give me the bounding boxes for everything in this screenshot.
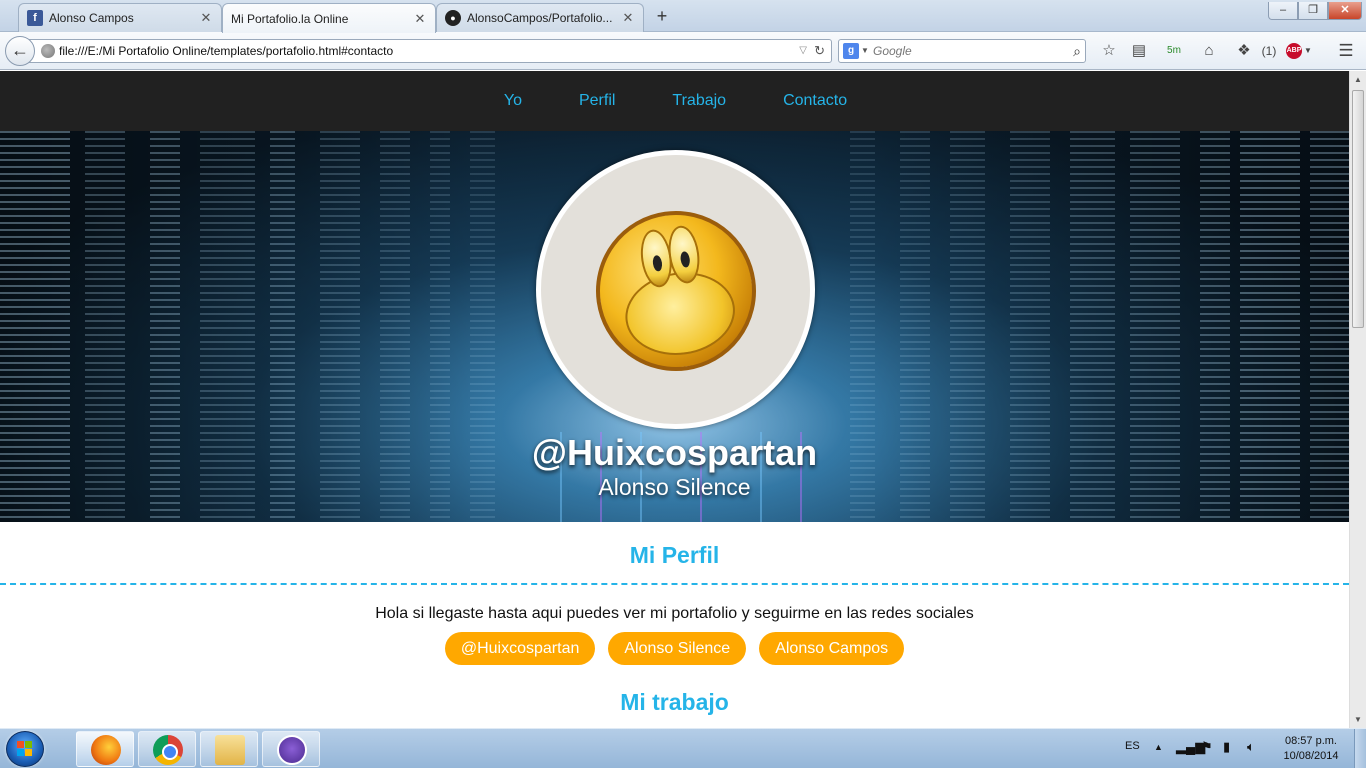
action-center-flag-icon[interactable]: ⚑	[1201, 739, 1213, 768]
firefox-icon	[91, 735, 121, 765]
tab-mi-portafolio[interactable]: Mi Portafolio.la Online ✕	[222, 3, 436, 33]
menu-icon[interactable]: ☰	[1336, 42, 1356, 60]
power-icon[interactable]: ▮	[1223, 739, 1230, 768]
tab-title: AlonsoCampos/Portafolio...	[467, 11, 613, 25]
site-nav: Yo Perfil Trabajo Contacto	[0, 71, 1349, 131]
chevron-down-icon[interactable]: ▼	[1303, 42, 1313, 60]
google-icon[interactable]: g	[843, 43, 859, 59]
facebook-icon: f	[27, 10, 43, 26]
system-clock[interactable]: 08:57 p.m. 10/08/2014	[1276, 734, 1346, 764]
alonso-silence-link-button[interactable]: Alonso Silence	[608, 632, 747, 665]
hero-banner: @Huixcospartan Alonso Silence	[0, 131, 1349, 522]
back-button[interactable]: ←	[5, 36, 35, 66]
search-placeholder: Google	[873, 44, 912, 58]
cat-app-icon	[277, 735, 307, 765]
scroll-down-arrow-icon[interactable]: ▼	[1350, 711, 1366, 728]
dropdown-arrow-icon[interactable]: ▽	[799, 40, 807, 62]
coin-avatar-image	[585, 200, 767, 382]
show-desktop-button[interactable]	[1354, 729, 1366, 768]
taskbar-chrome[interactable]	[138, 731, 196, 767]
clock-date: 10/08/2014	[1283, 750, 1339, 762]
folder-icon	[215, 735, 245, 765]
trabajo-heading: Mi trabajo	[620, 689, 729, 715]
tab-strip: f Alonso Campos ✕ Mi Portafolio.la Onlin…	[0, 0, 1366, 33]
clock-time: 08:57 p.m.	[1285, 735, 1337, 747]
social-links: @Huixcospartan Alonso Silence Alonso Cam…	[0, 632, 1349, 665]
reload-icon[interactable]: ↻	[814, 40, 825, 62]
close-icon[interactable]: ✕	[413, 11, 427, 27]
tab-title: Alonso Campos	[49, 11, 134, 25]
timer-icon[interactable]: 5m	[1163, 42, 1185, 60]
twitter-link-button[interactable]: @Huixcospartan	[444, 632, 596, 665]
chevron-down-icon[interactable]: ▼	[861, 40, 869, 62]
taskbar: ES ▲ ▂▄▆ ⚑ ▮ 🔈︎ 08:57 p.m. 10/08/2014	[0, 728, 1366, 768]
nav-trabajo[interactable]: Trabajo	[672, 92, 726, 110]
start-button[interactable]	[6, 731, 44, 767]
notification-count[interactable]: (1)	[1256, 42, 1282, 60]
perfil-heading: Mi Perfil	[629, 542, 720, 568]
language-indicator[interactable]: ES	[1125, 740, 1140, 768]
search-input[interactable]: g ▼ Google ⌕	[838, 39, 1086, 63]
extension-icon[interactable]: ❖	[1235, 42, 1253, 60]
nav-perfil[interactable]: Perfil	[579, 92, 615, 110]
section-divider	[0, 583, 1349, 585]
volume-icon[interactable]: 🔈︎	[1247, 739, 1255, 768]
url-text: file:///E:/Mi Portafolio Online/template…	[59, 44, 394, 58]
abp-badge: ABP	[1286, 43, 1302, 59]
nav-yo[interactable]: Yo	[504, 92, 522, 110]
maximize-button[interactable]: ❐	[1298, 2, 1328, 20]
taskbar-file-explorer[interactable]	[200, 731, 258, 767]
show-hidden-icons-icon[interactable]: ▲	[1154, 742, 1163, 768]
close-window-button[interactable]: ✕	[1328, 2, 1362, 20]
scroll-up-arrow-icon[interactable]: ▲	[1350, 71, 1366, 88]
taskbar-firefox[interactable]	[76, 731, 134, 767]
minimize-button[interactable]: ‒	[1268, 2, 1298, 20]
github-icon: ●	[445, 10, 461, 26]
tab-github[interactable]: ● AlonsoCampos/Portafolio... ✕	[436, 3, 644, 32]
home-icon[interactable]: ⌂	[1199, 42, 1219, 60]
adblock-icon[interactable]: ABP	[1286, 43, 1302, 61]
scrollbar-thumb[interactable]	[1352, 90, 1364, 328]
vertical-scrollbar[interactable]: ▲ ▼	[1349, 71, 1366, 728]
nav-contacto[interactable]: Contacto	[783, 92, 847, 110]
navigation-toolbar: file:///E:/Mi Portafolio Online/template…	[0, 32, 1366, 70]
tab-title: Mi Portafolio.la Online	[231, 11, 349, 26]
search-icon[interactable]: ⌕	[1073, 40, 1081, 62]
profile-handle: @Huixcospartan	[531, 432, 818, 473]
tab-alonso-campos[interactable]: f Alonso Campos ✕	[18, 3, 222, 32]
url-bar[interactable]: file:///E:/Mi Portafolio Online/template…	[24, 39, 832, 63]
new-tab-button[interactable]: +	[650, 6, 674, 28]
globe-icon	[41, 44, 55, 58]
windows-logo-icon	[17, 741, 33, 757]
bookmarks-list-icon[interactable]: ▤	[1129, 42, 1149, 60]
close-icon[interactable]: ✕	[199, 10, 213, 26]
web-page: Yo Perfil Trabajo Contacto @Huixcosparta…	[0, 71, 1349, 728]
alonso-campos-link-button[interactable]: Alonso Campos	[759, 632, 905, 665]
avatar	[536, 150, 815, 429]
close-icon[interactable]: ✕	[621, 10, 635, 26]
bookmark-star-icon[interactable]: ☆	[1099, 42, 1119, 60]
taskbar-cat-app[interactable]	[262, 731, 320, 767]
chrome-icon	[153, 735, 183, 765]
intro-text: Hola si llegaste hasta aqui puedes ver m…	[375, 605, 974, 622]
profile-name: Alonso Silence	[598, 474, 751, 500]
